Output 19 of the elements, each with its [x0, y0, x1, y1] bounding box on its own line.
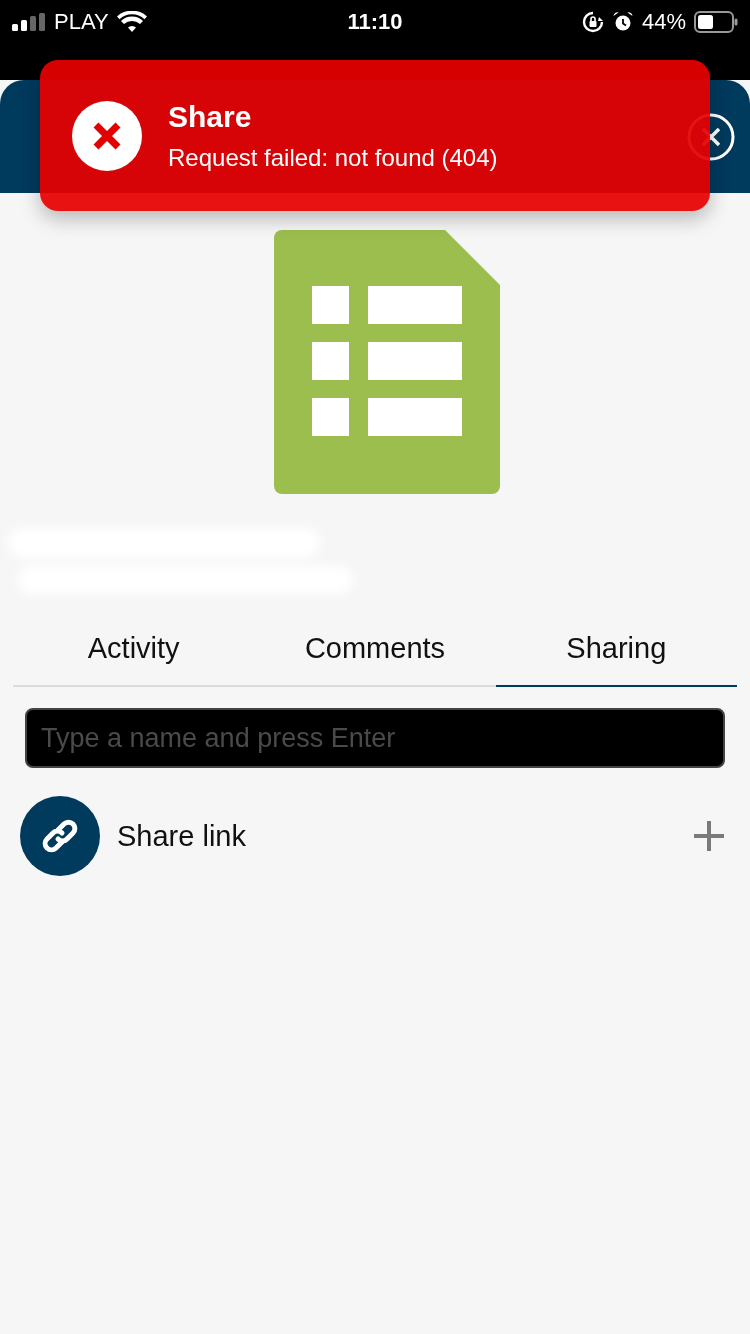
wifi-icon: [116, 11, 147, 33]
toast-title: Share: [168, 99, 253, 134]
carrier-name: PLAY: [54, 9, 109, 35]
add-icon[interactable]: [692, 819, 726, 853]
signal-icon: [12, 13, 46, 31]
tab[interactable]: Activity: [13, 614, 255, 687]
error-icon: [72, 100, 142, 171]
alarm-icon: [611, 11, 634, 33]
tab[interactable]: Sharing: [495, 614, 737, 687]
tab[interactable]: Comments: [254, 614, 496, 687]
clock-time: 11:10: [347, 9, 403, 35]
link-icon: [20, 796, 100, 876]
toast-message: Request failed: not found (404): [168, 143, 498, 172]
search-field[interactable]: Type a name and press Enter: [25, 708, 725, 768]
battery-percent: 44%: [641, 9, 686, 35]
rotation-lock-icon: [581, 11, 604, 33]
spreadsheet-file-icon: [274, 230, 500, 494]
share-link-label[interactable]: Share link: [117, 819, 675, 853]
battery-icon: [694, 11, 738, 33]
